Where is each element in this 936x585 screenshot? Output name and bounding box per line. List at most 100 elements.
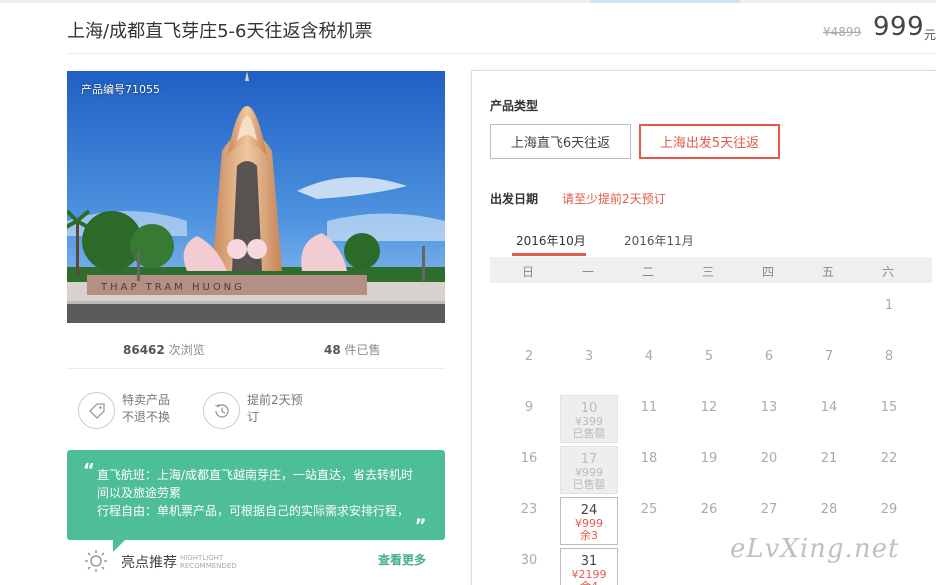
feature-line2: 不退不换 (122, 410, 171, 424)
calendar-day: 8 (860, 344, 918, 392)
sign-text: THAP TRAM HUONG (100, 282, 245, 293)
month-tab-oct[interactable]: 2016年10月 (516, 232, 586, 249)
calendar-day[interactable]: 24 ¥999 余3 (560, 497, 618, 545)
calendar-day: 19 (680, 446, 738, 494)
day-number: 27 (760, 502, 778, 517)
calendar-day: 30 (500, 548, 558, 585)
day-number: 19 (700, 451, 718, 466)
calendar-day: 7 (800, 344, 858, 392)
current-price: 999 (873, 12, 925, 42)
day-number: 21 (820, 451, 838, 466)
day-number: 30 (520, 553, 538, 568)
calendar-day: 13 (740, 395, 798, 443)
day-stock-note: 已售罄 (572, 427, 606, 440)
day-number: 24 (580, 503, 598, 518)
calendar-day: 18 (620, 446, 678, 494)
day-number: 16 (520, 451, 538, 466)
calendar-day: 5 (680, 344, 738, 392)
highlight-box: “ 直飞航班：上海/成都直飞越南芽庄，一站直达，省去转机时 间以及旅途劳累 行程… (67, 450, 445, 552)
calendar-day: 20 (740, 446, 798, 494)
day-number: 18 (640, 451, 658, 466)
weekday-label: 四 (761, 265, 774, 279)
feature-line1: 提前2天预 (247, 393, 303, 407)
day-number: 3 (584, 349, 594, 364)
day-number: 25 (640, 502, 658, 517)
product-photo: THAP TRAM HUONG 产品编号71055 (67, 71, 445, 323)
weekday-label: 三 (701, 265, 714, 279)
day-number: 26 (700, 502, 718, 517)
sold-label: 件已售 (344, 343, 381, 357)
open-quote-icon: “ (83, 460, 95, 481)
calendar-day: 15 (860, 395, 918, 443)
calendar-day: 2 (500, 344, 558, 392)
calendar-day: 10 ¥399 已售罄 (560, 395, 618, 443)
weekday-header: 日一二三四五六 (490, 257, 932, 283)
day-number: 22 (880, 451, 898, 466)
day-number: 15 (880, 400, 898, 415)
feature-line2: 订 (247, 410, 260, 424)
day-number: 31 (580, 554, 598, 569)
top-bar (0, 0, 936, 3)
recommend-title: 亮点推荐 (121, 555, 177, 571)
calendar-day: 11 (620, 395, 678, 443)
views-stat: 86462 次浏览 (123, 341, 205, 358)
calendar-day: 22 (860, 446, 918, 494)
feature-line1: 特卖产品 (122, 393, 171, 407)
recommend-eng-1: HIGHTLIGHT (180, 554, 224, 562)
calendar-day: 9 (500, 395, 558, 443)
calendar-day: 17 ¥999 已售罄 (560, 446, 618, 494)
day-stock-note: 已售罄 (572, 478, 606, 491)
calendar-day: 21 (800, 446, 858, 494)
recommend-bar: 亮点推荐 HIGHTLIGHT RECOMMENDED 查看更多 (67, 544, 445, 578)
sold-count: 48 (324, 343, 341, 357)
recommend-eng-2: RECOMMENDED (180, 562, 237, 570)
weekday-label: 二 (641, 265, 654, 279)
page-title: 上海/成都直飞芽庄5-6天往返含税机票 (67, 21, 373, 42)
day-number: 5 (704, 349, 714, 364)
day-number: 29 (880, 502, 898, 517)
day-number: 12 (700, 400, 718, 415)
month-tab-nov[interactable]: 2016年11月 (624, 232, 694, 249)
day-number: 6 (764, 349, 774, 364)
day-number: 10 (580, 401, 598, 416)
day-number: 8 (884, 349, 894, 364)
calendar-day: 14 (800, 395, 858, 443)
close-quote-icon: „ (415, 506, 427, 527)
calendar-day[interactable]: 31¥2199余4 (560, 548, 618, 585)
type-option-shanghai-5day[interactable]: 上海出发5天往返 (639, 124, 780, 159)
highlight-line-1: 直飞航班：上海/成都直飞越南芽庄，一站直达，省去转机时 (97, 468, 414, 482)
day-number: 13 (760, 400, 778, 415)
product-header: 上海/成都直飞芽庄5-6天往返含税机票 ¥4899 999 元 (67, 12, 936, 54)
original-price: ¥4899 (823, 25, 862, 39)
calendar-day: 4 (620, 344, 678, 392)
day-number: 2 (524, 349, 534, 364)
departure-date-label: 出发日期 (490, 192, 539, 206)
day-number: 7 (824, 349, 834, 364)
clock-icon (203, 392, 240, 429)
calendar-day: 3 (560, 344, 618, 392)
day-number: 1 (884, 298, 894, 313)
feature-special-sale: 特卖产品 不退不换 (78, 392, 198, 432)
day-stock-note: 余4 (561, 581, 617, 585)
product-code: 产品编号71055 (81, 83, 160, 96)
views-label: 次浏览 (168, 343, 205, 357)
day-stock-note: 余3 (580, 529, 598, 542)
calendar-day: 25 (620, 497, 678, 545)
weekday-label: 一 (581, 265, 594, 279)
calendar-day: 12 (680, 395, 738, 443)
product-type-label: 产品类型 (490, 99, 539, 113)
calendar-day: 23 (500, 497, 558, 545)
day-number: 28 (820, 502, 838, 517)
weekday-label: 六 (881, 265, 894, 279)
booking-panel: 产品类型 上海直飞6天往返 上海出发5天往返 出发日期 请至少提前2天预订 20… (471, 70, 936, 585)
type-option-shanghai-6day[interactable]: 上海直飞6天往返 (490, 124, 631, 159)
highlight-line-3: 行程自由：单机票产品，可根据自己的实际需求安排行程， (97, 504, 410, 518)
feature-advance-booking: 提前2天预 订 (203, 392, 323, 432)
weekday-label: 日 (521, 265, 534, 279)
day-number: 14 (820, 400, 838, 415)
day-number: 23 (520, 502, 538, 517)
view-more-link[interactable]: 查看更多 (378, 551, 426, 568)
day-number: 11 (640, 400, 658, 415)
day-number: 17 (580, 452, 598, 467)
calendar-day: 1 (860, 293, 918, 341)
